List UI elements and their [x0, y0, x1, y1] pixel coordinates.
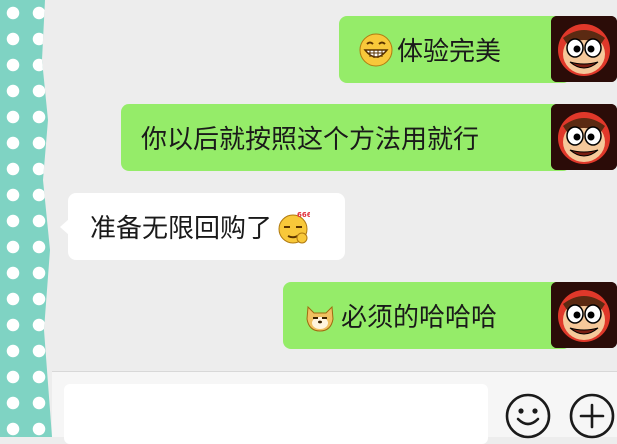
- message-text: 你以后就按照这个方法用就行: [141, 125, 480, 155]
- decorative-polka-dot-strip: [0, 0, 52, 437]
- emoji-picker-icon[interactable]: [504, 392, 552, 440]
- message-text: 准备无限回购了: [90, 214, 273, 244]
- message-text: 体验完美: [397, 37, 502, 67]
- avatar[interactable]: [551, 104, 617, 170]
- message-input[interactable]: [64, 384, 488, 444]
- cartoon-face-avatar-icon: [551, 104, 617, 170]
- grinning-face-icon: [359, 33, 393, 66]
- smirk-666-icon: 666: [278, 211, 310, 243]
- cartoon-face-avatar-icon: [551, 282, 617, 348]
- doge-icon: [306, 305, 334, 332]
- message-text: 必须的哈哈哈: [341, 303, 498, 333]
- avatar[interactable]: [551, 16, 617, 82]
- message-bubble-outgoing[interactable]: 必须的哈哈哈: [283, 282, 579, 349]
- message-bubble-incoming[interactable]: 准备无限回购了 666: [60, 193, 345, 260]
- message-bubble-outgoing[interactable]: 你以后就按照这个方法用就行: [121, 104, 579, 171]
- plus-icon[interactable]: [568, 392, 616, 440]
- composer-bar: [52, 372, 617, 444]
- chat-message-list[interactable]: 体验完美 你以后就按照这个方法用就行 准备无限回购了 666 必须的哈哈哈: [52, 0, 617, 370]
- message-bubble-outgoing[interactable]: 体验完美: [339, 16, 579, 83]
- avatar[interactable]: [551, 282, 617, 348]
- svg-text:666: 666: [297, 211, 310, 219]
- cartoon-face-avatar-icon: [551, 16, 617, 82]
